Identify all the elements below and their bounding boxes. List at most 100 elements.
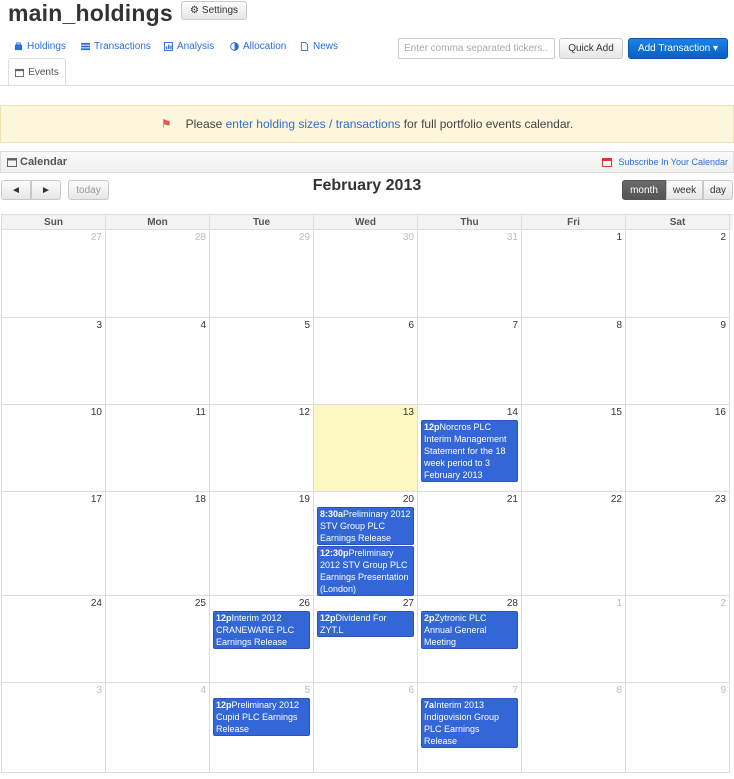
day-cell[interactable]: 24: [2, 596, 106, 683]
day-number: 1: [616, 598, 622, 609]
tabs-divider: [0, 85, 734, 86]
alert-suffix: for full portfolio events calendar.: [400, 117, 574, 131]
day-cell[interactable]: 7: [418, 318, 522, 405]
day-cell-today[interactable]: 13: [314, 405, 418, 492]
prev-month-button[interactable]: ◄: [1, 180, 31, 200]
event-item[interactable]: 2pZytronic PLC Annual General Meeting: [421, 611, 518, 649]
day-number: 13: [402, 407, 414, 418]
today-button[interactable]: today: [68, 180, 109, 200]
day-cell[interactable]: 19: [210, 492, 314, 596]
day-number: 31: [506, 232, 518, 243]
day-cell[interactable]: 10: [2, 405, 106, 492]
day-cell[interactable]: 16: [626, 405, 730, 492]
day-number: 7: [512, 320, 518, 331]
day-cell[interactable]: 5: [210, 318, 314, 405]
weekday-sun: Sun: [2, 215, 106, 230]
day-cell[interactable]: 11: [106, 405, 210, 492]
event-item[interactable]: 12pInterim 2012 CRANEWARE PLC Earnings R…: [213, 611, 310, 649]
day-number: 5: [304, 685, 310, 696]
day-cell[interactable]: 28: [106, 230, 210, 318]
calendar-panel-header: Calendar Subscribe In Your Calendar: [0, 151, 734, 173]
day-number: 26: [298, 598, 310, 609]
day-cell[interactable]: 2: [626, 596, 730, 683]
day-cell[interactable]: 9: [626, 683, 730, 773]
day-cell[interactable]: 23: [626, 492, 730, 596]
day-cell[interactable]: 6: [314, 683, 418, 773]
day-cell[interactable]: 2: [626, 230, 730, 318]
event-item[interactable]: 8:30aPreliminary 2012 STV Group PLC Earn…: [317, 507, 414, 545]
week-row: 27 28 29 30 31 1 2: [1, 230, 733, 318]
day-cell[interactable]: 1: [522, 596, 626, 683]
day-cell[interactable]: 9: [626, 318, 730, 405]
day-cell[interactable]: 17: [2, 492, 106, 596]
holding-sizes-link[interactable]: enter holding sizes / transactions: [226, 117, 401, 131]
event-item[interactable]: 12pPreliminary 2012 Cupid PLC Earnings R…: [213, 698, 310, 736]
day-number: 7: [512, 685, 518, 696]
day-number: 10: [90, 407, 102, 418]
next-month-button[interactable]: ►: [31, 180, 61, 200]
tab-analysis[interactable]: Analysis: [164, 38, 214, 54]
day-cell[interactable]: 30: [314, 230, 418, 318]
day-number: 22: [610, 494, 622, 505]
day-cell[interactable]: 8: [522, 318, 626, 405]
day-cell[interactable]: 3: [2, 318, 106, 405]
day-cell[interactable]: 4: [106, 318, 210, 405]
event-time: 12p: [216, 700, 232, 710]
day-number: 9: [720, 320, 726, 331]
day-number: 2: [720, 598, 726, 609]
day-cell[interactable]: 27 12pDividend For ZYT.L: [314, 596, 418, 683]
subscribe-link[interactable]: Subscribe In Your Calendar: [602, 157, 728, 167]
day-cell[interactable]: 15: [522, 405, 626, 492]
event-item[interactable]: 12pDividend For ZYT.L: [317, 611, 414, 637]
day-cell[interactable]: 18: [106, 492, 210, 596]
day-cell[interactable]: 6: [314, 318, 418, 405]
day-cell[interactable]: 29: [210, 230, 314, 318]
day-number: 1: [616, 232, 622, 243]
weekday-wed: Wed: [314, 215, 418, 230]
day-number: 30: [402, 232, 414, 243]
tab-holdings[interactable]: Holdings: [14, 38, 66, 54]
event-item[interactable]: 12:30pPreliminary 2012 STV Group PLC Ear…: [317, 546, 414, 596]
day-cell[interactable]: 22: [522, 492, 626, 596]
tab-events[interactable]: Events: [8, 58, 66, 86]
event-item[interactable]: 12pNorcros PLC Interim Management Statem…: [421, 420, 518, 482]
day-cell[interactable]: 8: [522, 683, 626, 773]
day-cell[interactable]: 20 8:30aPreliminary 2012 STV Group PLC Ea…: [314, 492, 418, 596]
event-time: 12p: [320, 613, 336, 623]
day-cell[interactable]: 3: [2, 683, 106, 773]
week-row: 10 11 12 13 14 12pNorcros PLC Interim Managem…: [1, 405, 733, 492]
day-cell[interactable]: 21: [418, 492, 522, 596]
tab-transactions[interactable]: Transactions: [81, 38, 151, 54]
day-number: 24: [90, 598, 102, 609]
day-cell[interactable]: 25: [106, 596, 210, 683]
day-cell[interactable]: 7 7aInterim 2013 Indigovision Group PLC E…: [418, 683, 522, 773]
pie-icon: [230, 41, 239, 51]
calendar-panel-title: Calendar: [7, 156, 67, 168]
view-day-button[interactable]: day: [703, 180, 733, 200]
day-number: 16: [714, 407, 726, 418]
day-number: 6: [408, 685, 414, 696]
gear-icon: ⚙: [189, 5, 199, 16]
day-cell[interactable]: 1: [522, 230, 626, 318]
event-item[interactable]: 7aInterim 2013 Indigovision Group PLC Ea…: [421, 698, 518, 748]
day-cell[interactable]: 27: [2, 230, 106, 318]
view-month-button[interactable]: month: [622, 180, 666, 200]
day-cell[interactable]: 5 12pPreliminary 2012 Cupid PLC Earnings …: [210, 683, 314, 773]
day-cell[interactable]: 26 12pInterim 2012 CRANEWARE PLC Earnings…: [210, 596, 314, 683]
day-cell[interactable]: 4: [106, 683, 210, 773]
tab-allocation[interactable]: Allocation: [230, 38, 286, 54]
tickers-input[interactable]: [398, 38, 555, 59]
day-cell[interactable]: 14 12pNorcros PLC Interim Management Stat…: [418, 405, 522, 492]
view-week-button[interactable]: week: [666, 180, 703, 200]
settings-button[interactable]: ⚙ Settings: [181, 1, 247, 20]
day-cell[interactable]: 31: [418, 230, 522, 318]
add-transaction-button[interactable]: Add Transaction ▾: [628, 38, 728, 59]
settings-label: Settings: [201, 5, 239, 16]
quick-add-button[interactable]: Quick Add: [559, 38, 623, 59]
day-cell[interactable]: 12: [210, 405, 314, 492]
day-number: 21: [506, 494, 518, 505]
event-title: Interim 2013 Indigovision Group PLC Earn…: [424, 700, 500, 746]
tab-news[interactable]: News: [300, 38, 338, 54]
day-cell[interactable]: 28 2pZytronic PLC Annual General Meeting: [418, 596, 522, 683]
event-time: 2p: [424, 613, 435, 623]
